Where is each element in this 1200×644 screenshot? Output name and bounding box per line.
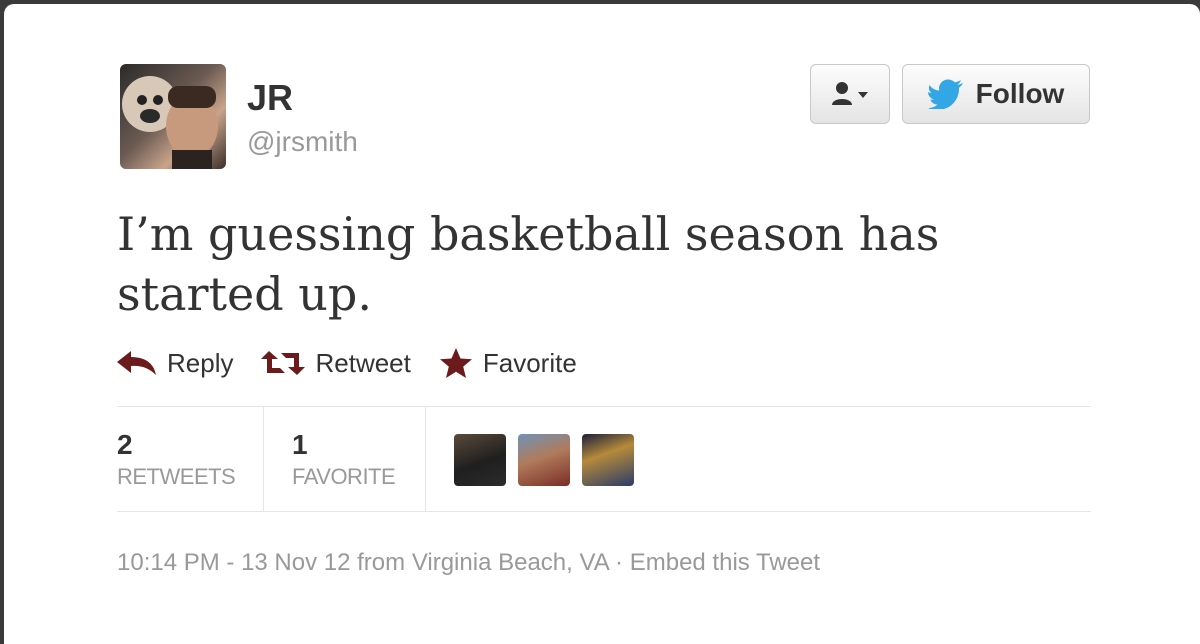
- favorite-action[interactable]: Favorite: [439, 347, 577, 379]
- profile-avatar[interactable]: [120, 64, 226, 169]
- retweets-stat[interactable]: 2 RETWEETS: [117, 407, 264, 511]
- follow-button[interactable]: Follow: [902, 64, 1090, 124]
- retweeter-avatars: [454, 434, 634, 486]
- retweets-count: 2: [117, 429, 133, 460]
- avatar-photo: [122, 76, 218, 169]
- embed-tweet-link[interactable]: Embed this Tweet: [630, 549, 820, 576]
- retweets-label: RETWEETS: [117, 464, 236, 489]
- reply-label: Reply: [167, 347, 234, 378]
- follow-label: Follow: [975, 78, 1065, 109]
- meta-separator: ·: [608, 549, 630, 576]
- reply-action[interactable]: Reply: [117, 348, 233, 379]
- retweet-icon: [261, 351, 306, 375]
- favorites-label: FAVORITE: [292, 464, 396, 489]
- meta-from: from: [350, 549, 412, 576]
- retweeter-avatar[interactable]: [518, 434, 570, 486]
- star-icon: [439, 348, 472, 378]
- favorites-stat[interactable]: 1 FAVORITE: [264, 407, 426, 511]
- tweet-date[interactable]: 13 Nov 12: [241, 549, 350, 576]
- meta-separator: -: [219, 549, 242, 576]
- twitter-bird-icon: [927, 79, 963, 109]
- tweet-text: I’m guessing basketball season has start…: [117, 207, 940, 321]
- retweet-action[interactable]: Retweet: [261, 347, 411, 379]
- user-name[interactable]: JR: [247, 77, 293, 119]
- chevron-down-icon: [858, 92, 868, 98]
- stats-bottom-divider: [117, 511, 1091, 512]
- user-actions-dropdown[interactable]: [810, 64, 890, 124]
- favorites-count: 1: [292, 429, 308, 460]
- user-icon: [832, 82, 868, 105]
- retweet-label: Retweet: [315, 347, 411, 378]
- favorite-label: Favorite: [482, 347, 577, 378]
- tweet-card: JR @jrsmith Follow I’m guessing basketba…: [4, 4, 1200, 644]
- retweeter-avatar[interactable]: [582, 434, 634, 486]
- tweet-location[interactable]: Virginia Beach, VA: [412, 549, 609, 576]
- tweet-time[interactable]: 10:14 PM: [117, 549, 220, 576]
- reply-icon: [117, 351, 156, 375]
- tweet-actions: Reply Retweet Favorite: [117, 347, 605, 379]
- tweet-meta: 10:14 PM - 13 Nov 12 from Virginia Beach…: [117, 549, 820, 577]
- user-handle[interactable]: @jrsmith: [247, 126, 358, 158]
- retweeter-avatar[interactable]: [454, 434, 506, 486]
- tweet-stats: 2 RETWEETS 1 FAVORITE: [117, 407, 634, 511]
